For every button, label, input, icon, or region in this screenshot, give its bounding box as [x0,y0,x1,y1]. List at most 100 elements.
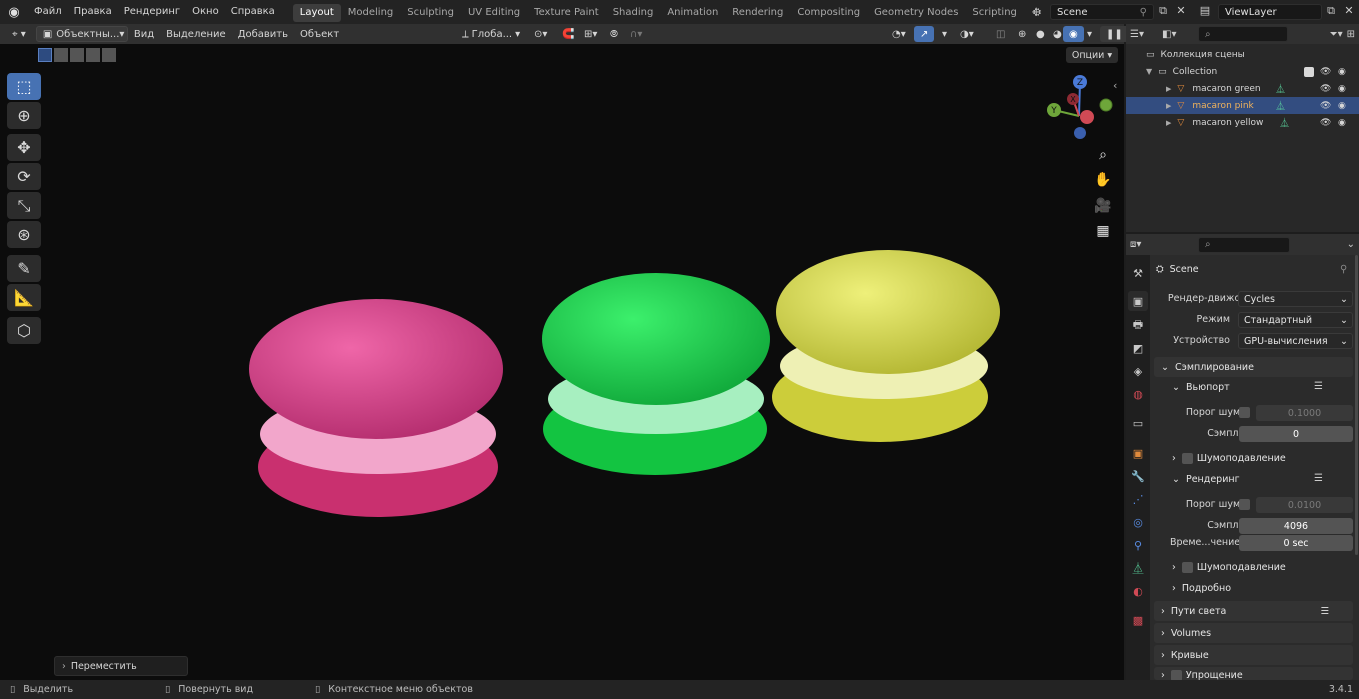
last-operator-panel[interactable]: › Переместить [54,656,188,676]
render-denoise-checkbox[interactable] [1181,562,1193,573]
time-limit-field[interactable]: 0 sec [1239,535,1353,551]
presets-icon[interactable]: ☰ [1314,381,1323,392]
volumes-panel-header[interactable]: › Volumes [1154,623,1353,643]
gizmo-neg-y-icon[interactable] [1099,98,1113,112]
eye-icon[interactable]: 👁 [1320,101,1331,111]
pin-icon[interactable]: ⚲ [1140,7,1147,18]
outliner-scene-collection[interactable]: ▭ Коллекция сцены [1126,46,1359,63]
gizmo-dropdown-icon[interactable]: ▾ [936,26,953,42]
render-noise-threshold-checkbox[interactable] [1239,499,1250,510]
collection-tab-icon[interactable]: ▭ [1128,413,1148,433]
falloff-icon[interactable]: ∩▾ [624,26,648,42]
world-tab-icon[interactable]: ◍ [1128,384,1148,404]
macaron-yellow[interactable] [772,250,1000,442]
snap-target-icon[interactable]: ⊞▾ [578,26,603,42]
macaron-green[interactable] [542,273,770,475]
outliner-editor-icon[interactable]: ☰▾ [1130,29,1158,40]
camera-icon[interactable]: ◉ [1338,84,1346,94]
material-tab-icon[interactable]: ◐ [1128,581,1148,601]
pivot-point-icon[interactable]: ⊙▾ [528,26,553,42]
tab-uv-editing[interactable]: UV Editing [461,4,527,22]
camera-icon[interactable]: ◉ [1338,67,1346,77]
expand-icon[interactable]: ▼ [1146,67,1152,76]
new-scene-icon[interactable]: ⧉ [1155,4,1171,20]
checkbox-icon[interactable] [1304,66,1314,77]
render-subpanel-header[interactable]: ⌄ Рендеринг [1172,474,1240,485]
expand-icon[interactable]: ▶ [1166,102,1171,110]
navigation-gizmo[interactable]: Z Y X [1040,72,1120,142]
macaron-pink[interactable] [249,299,503,517]
render-tab-icon[interactable]: ▣ [1128,291,1148,311]
menu-render[interactable]: Рендеринг [118,0,186,24]
light-paths-panel-header[interactable]: › Пути света ☰ [1154,601,1353,621]
xray-icon[interactable]: ◫ [990,26,1011,42]
presets-icon[interactable]: ☰ [1314,473,1323,484]
camera-icon[interactable]: 🎥 [1092,195,1114,217]
advanced-subpanel[interactable]: › Подробно [1172,583,1231,594]
camera-icon[interactable]: ◉ [1338,101,1346,111]
render-samples-field[interactable]: 4096 [1239,518,1353,534]
viewport-denoise-checkbox[interactable] [1181,453,1193,464]
particles-tab-icon[interactable]: ⋰ [1128,489,1148,509]
gizmo-neg-x-icon[interactable] [1080,110,1094,124]
gizmo-toggle-icon[interactable]: ↗ [914,26,935,42]
overlays-icon[interactable]: ◑▾ [954,26,980,42]
outliner-item-macaron-pink[interactable]: ▶ ▽ macaron pink ⏅ 👁 ◉ [1126,97,1359,114]
object-tab-icon[interactable]: ▣ [1128,443,1148,463]
scene-icon[interactable]: ⛭ [1027,4,1047,20]
outliner-item-macaron-yellow[interactable]: ▶ ▽ macaron yellow ⏅ 👁 ◉ [1126,114,1359,131]
render-engine-dropdown[interactable]: Cycles ⌄ [1238,291,1353,307]
editor-type-icon[interactable]: ⌖ ▾ [6,26,32,42]
view-layer-selector[interactable]: ViewLayer [1218,4,1322,20]
menu-add[interactable]: Добавить [232,26,294,42]
render-denoise-subpanel[interactable]: › Шумоподавление [1172,562,1286,573]
menu-help[interactable]: Справка [225,0,281,24]
data-tab-icon[interactable]: ⏅ [1128,558,1148,578]
chevron-down-icon[interactable]: ⌄ [1347,239,1355,250]
mode-selector[interactable]: ▣ Объектны... ▾ [35,26,128,42]
tab-modeling[interactable]: Modeling [341,4,401,22]
viewport-denoise-subpanel[interactable]: › Шумоподавление [1172,453,1286,464]
viewport-noise-threshold-field[interactable]: 0.1000 [1256,405,1353,421]
menu-object[interactable]: Объект [294,26,345,42]
eye-icon[interactable]: 👁 [1320,118,1331,128]
mesh-data-icon[interactable]: ⏅ [1276,82,1285,95]
view-layer-tab-icon[interactable]: ◩ [1128,338,1148,358]
pause-render-icon[interactable]: ❚❚ [1100,26,1129,42]
eye-icon[interactable]: 👁 [1320,84,1331,94]
sampling-panel-header[interactable]: ⌄ Сэмплирование [1154,357,1353,377]
modifier-tab-icon[interactable]: 🔧 [1128,466,1148,486]
menu-select[interactable]: Выделение [160,26,232,42]
outliner-item-macaron-green[interactable]: ▶ ▽ macaron green ⏅ 👁 ◉ [1126,80,1359,97]
snap-icon[interactable]: 🧲 [556,26,580,42]
viewport-subpanel-header[interactable]: ⌄ Вьюпорт [1172,382,1230,393]
tab-layout[interactable]: Layout [292,4,341,22]
mode-dropdown[interactable]: Стандартный ⌄ [1238,312,1353,328]
expand-icon[interactable]: ▶ [1166,85,1171,93]
tab-compositing[interactable]: Compositing [790,4,867,22]
blender-logo-icon[interactable]: ◉ [0,0,28,24]
scene-selector[interactable]: Scene ⚲ [1050,4,1154,20]
menu-window[interactable]: Окно [186,0,225,24]
pin-icon[interactable]: ⚲ [1340,264,1347,275]
scene-tab-icon[interactable]: ◈ [1128,361,1148,381]
transform-orientation[interactable]: ⟂ Глоба... ▾ [456,26,526,42]
viewport-samples-field[interactable]: 0 [1239,426,1353,442]
menu-file[interactable]: Файл [28,0,68,24]
shading-options-icon[interactable]: ▾ [1081,26,1098,42]
tab-sculpting[interactable]: Sculpting [400,4,461,22]
menu-view[interactable]: Вид [128,26,160,42]
simplify-panel-header[interactable]: › Упрощение [1154,667,1353,680]
menu-edit[interactable]: Правка [68,0,118,24]
properties-scrollbar[interactable] [1355,255,1358,555]
3d-viewport[interactable]: Опции ▾ ⬚ ⊕ ✥ ⟳ ⤡ ⊛ ✎ 📐 ⬡ Z Y X ⌕ ✋ 🎥 ▦ … [0,44,1124,680]
eye-icon[interactable]: 👁 [1320,67,1331,77]
zoom-icon[interactable]: ⌕ [1092,144,1114,166]
viewport-noise-threshold-checkbox[interactable] [1239,407,1250,418]
properties-search-input[interactable]: ⌕ [1198,236,1290,253]
proportional-edit-icon[interactable]: ⦾ [604,26,624,42]
outliner-search-input[interactable]: ⌕ [1198,26,1288,42]
presets-icon[interactable]: ☰ [1320,606,1329,617]
texture-tab-icon[interactable]: ▩ [1128,610,1148,630]
grid-icon[interactable]: ▦ [1092,220,1114,242]
